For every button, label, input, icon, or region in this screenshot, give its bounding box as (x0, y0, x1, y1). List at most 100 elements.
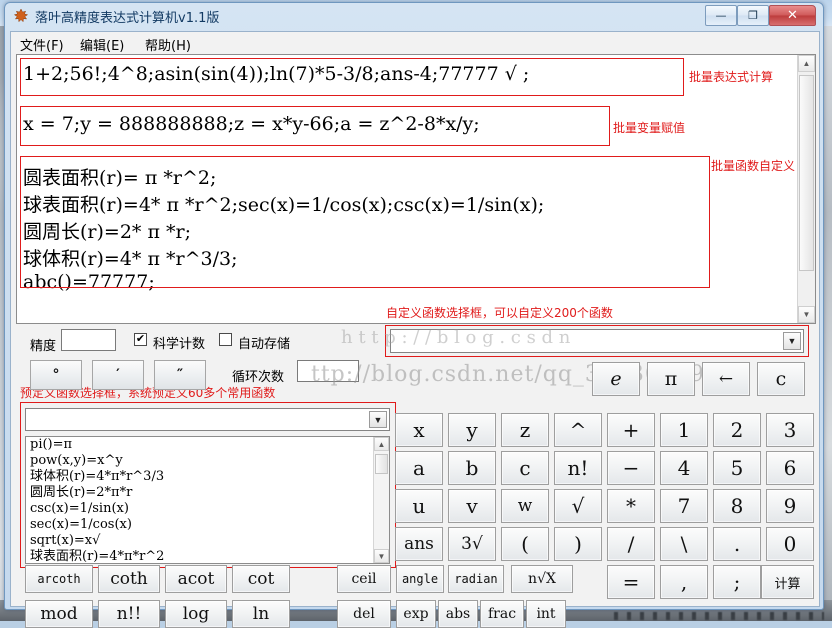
scroll-up-icon[interactable]: ▲ (798, 55, 815, 72)
key-6[interactable]: 6 (766, 451, 814, 485)
key-semicolon[interactable]: ; (713, 565, 761, 599)
autosave-checkbox[interactable] (219, 333, 232, 346)
minimize-button[interactable]: — (705, 5, 737, 26)
function-def-line-5[interactable]: abc()=77777; (23, 271, 155, 293)
key-8[interactable]: 8 (713, 489, 761, 523)
key-2[interactable]: 2 (713, 413, 761, 447)
key-nth-root[interactable]: n√X (511, 565, 573, 593)
key-frac[interactable]: frac (480, 600, 524, 628)
key-ans[interactable]: ans (395, 527, 443, 561)
degree-button[interactable]: ° (30, 360, 82, 390)
key-cot[interactable]: cot (232, 565, 290, 593)
key-angle[interactable]: angle (396, 565, 444, 593)
key-v[interactable]: v (448, 489, 496, 523)
function-list-scrollbar[interactable]: ▲ ▼ (373, 437, 389, 563)
backspace-button[interactable]: ← (702, 362, 750, 396)
key-factorial[interactable]: n! (554, 451, 602, 485)
key-sqrt[interactable]: √ (554, 489, 602, 523)
key-double-factorial[interactable]: n!! (98, 600, 160, 628)
editor-scrollbar-thumb[interactable] (799, 75, 814, 271)
key-del[interactable]: del (337, 600, 391, 628)
function-list-scrollbar-thumb[interactable] (375, 454, 388, 474)
precision-input[interactable] (61, 329, 116, 351)
key-coth[interactable]: coth (98, 565, 160, 593)
menu-item-edit[interactable]: 编辑(E) (80, 35, 124, 54)
function-def-line-2[interactable]: 球表面积(r)=4* π *r^2;sec(x)=1/cos(x);csc(x)… (23, 190, 544, 217)
key-equals[interactable]: = (607, 565, 655, 599)
minute-button[interactable]: ′ (92, 360, 144, 390)
function-def-line-1[interactable]: 圆表面积(r)= π *r^2; (23, 163, 216, 190)
key-1[interactable]: 1 (660, 413, 708, 447)
predefined-function-combo[interactable]: ▼ (25, 408, 390, 431)
expression-editor-panel[interactable]: 1+2;56!;4^8;asin(sin(4));ln(7)*5-3/8;ans… (16, 54, 816, 324)
key-multiply[interactable]: * (607, 489, 655, 523)
list-item[interactable]: sqrt(x)=x√ (26, 533, 389, 549)
key-c[interactable]: c (501, 451, 549, 485)
key-3[interactable]: 3 (766, 413, 814, 447)
key-log[interactable]: log (165, 600, 227, 628)
list-item[interactable]: pi()=π (26, 437, 389, 453)
variable-assignment-line[interactable]: x = 7;y = 888888888;z = x*y-66;a = z^2-8… (23, 113, 480, 135)
key-int[interactable]: int (526, 600, 566, 628)
key-ceil[interactable]: ceil (337, 565, 391, 593)
key-5[interactable]: 5 (713, 451, 761, 485)
close-button[interactable]: ✕ (769, 5, 816, 26)
key-minus[interactable]: − (607, 451, 655, 485)
function-def-line-3[interactable]: 圆周长(r)=2* π *r; (23, 217, 191, 244)
key-arcoth[interactable]: arcoth (25, 565, 93, 593)
key-right-paren[interactable]: ) (554, 527, 602, 561)
key-cbrt[interactable]: 3√ (448, 527, 496, 561)
list-item[interactable]: 圆周长(r)=2*π*r (26, 485, 389, 501)
constant-e-button[interactable]: e (592, 362, 640, 396)
expression-input-line[interactable]: 1+2;56!;4^8;asin(sin(4));ln(7)*5-3/8;ans… (23, 63, 529, 85)
list-item[interactable]: csc(x)=1/sin(x) (26, 501, 389, 517)
custom-function-combo[interactable]: ▼ (390, 329, 804, 353)
menu-item-file[interactable]: 文件(F) (20, 35, 64, 54)
key-0[interactable]: 0 (766, 527, 814, 561)
title-bar[interactable]: 落叶高精度表达式计算机v1.1版 — ❐ ✕ (5, 3, 823, 29)
key-caret[interactable]: ^ (554, 413, 602, 447)
key-radian[interactable]: radian (448, 565, 504, 593)
scroll-down-icon[interactable]: ▼ (798, 306, 815, 323)
loop-count-input[interactable] (297, 360, 359, 382)
constant-pi-button[interactable]: π (647, 362, 695, 396)
maximize-button[interactable]: ❐ (737, 5, 769, 26)
scroll-down-icon[interactable]: ▼ (374, 549, 389, 563)
key-ln[interactable]: ln (232, 600, 290, 628)
key-decimal-point[interactable]: . (713, 527, 761, 561)
key-4[interactable]: 4 (660, 451, 708, 485)
chevron-down-icon[interactable]: ▼ (783, 332, 801, 350)
list-item[interactable]: 球表面积(r)=4*π*r^2 (26, 549, 389, 563)
list-item[interactable]: sec(x)=1/cos(x) (26, 517, 389, 533)
key-exp[interactable]: exp (396, 600, 436, 628)
key-u[interactable]: u (395, 489, 443, 523)
key-9[interactable]: 9 (766, 489, 814, 523)
key-a[interactable]: a (395, 451, 443, 485)
editor-scrollbar[interactable]: ▲ ▼ (797, 55, 815, 323)
key-b[interactable]: b (448, 451, 496, 485)
key-7[interactable]: 7 (660, 489, 708, 523)
key-divide[interactable]: / (607, 527, 655, 561)
menu-item-help[interactable]: 帮助(H) (145, 35, 191, 54)
key-w[interactable]: w (501, 489, 549, 523)
predefined-function-list[interactable]: pi()=π pow(x,y)=x^y 球体积(r)=4*π*r^3/3 圆周长… (25, 436, 390, 564)
scientific-checkbox[interactable]: ✔ (134, 333, 147, 346)
list-item[interactable]: 球体积(r)=4*π*r^3/3 (26, 469, 389, 485)
key-y[interactable]: y (448, 413, 496, 447)
scroll-up-icon[interactable]: ▲ (374, 437, 389, 451)
key-acot[interactable]: acot (165, 565, 227, 593)
key-left-paren[interactable]: ( (501, 527, 549, 561)
key-plus[interactable]: + (607, 413, 655, 447)
key-z[interactable]: z (501, 413, 549, 447)
key-x[interactable]: x (395, 413, 443, 447)
key-mod[interactable]: mod (25, 600, 93, 628)
key-backslash[interactable]: \ (660, 527, 708, 561)
calculate-button[interactable]: 计算 (761, 565, 814, 599)
chevron-down-icon[interactable]: ▼ (369, 411, 387, 428)
list-item[interactable]: pow(x,y)=x^y (26, 453, 389, 469)
second-button[interactable]: ″ (154, 360, 206, 390)
function-def-line-4[interactable]: 球体积(r)=4* π *r^3/3; (23, 244, 237, 271)
clear-button[interactable]: c (757, 362, 805, 396)
key-abs[interactable]: abs (438, 600, 478, 628)
key-comma[interactable]: , (660, 565, 708, 599)
